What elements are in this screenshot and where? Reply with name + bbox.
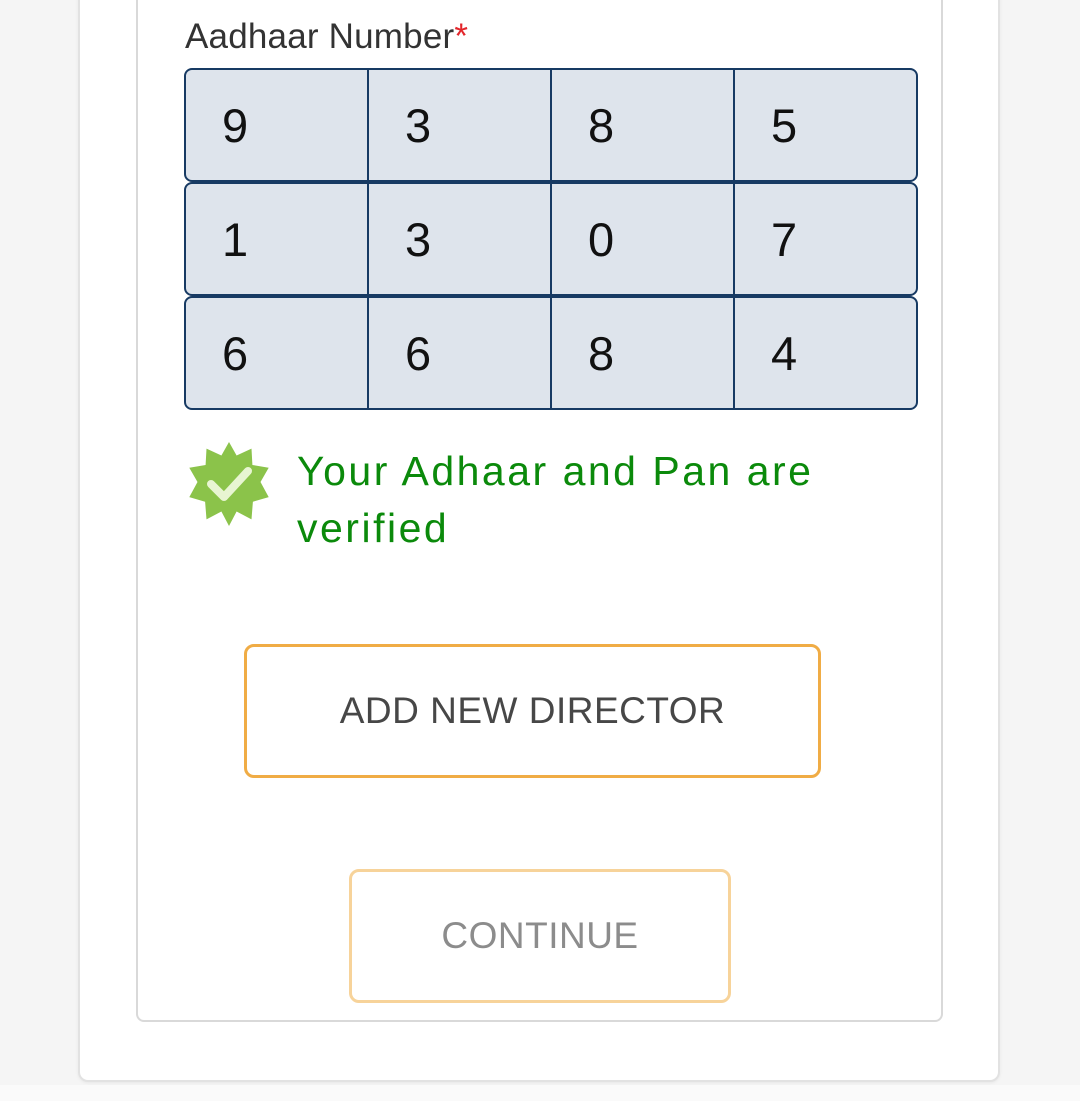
verified-badge-icon xyxy=(189,442,269,526)
aadhaar-digit-cell[interactable]: 5 xyxy=(735,70,916,180)
verification-message: Your Adhaar and Pan are verified xyxy=(297,448,814,551)
aadhaar-label-text: Aadhaar Number xyxy=(185,17,455,56)
aadhaar-digit-cell[interactable]: 4 xyxy=(735,298,916,408)
aadhaar-row-3: 6 6 8 4 xyxy=(184,296,918,410)
aadhaar-digit-cell[interactable]: 9 xyxy=(186,70,369,180)
page-bottom-strip xyxy=(0,1085,1080,1101)
aadhaar-digit-cell[interactable]: 8 xyxy=(552,298,735,408)
add-new-director-button[interactable]: ADD NEW DIRECTOR xyxy=(244,644,821,778)
aadhaar-digit-cell[interactable]: 3 xyxy=(369,70,552,180)
aadhaar-number-label: Aadhaar Number* xyxy=(185,17,468,57)
aadhaar-digit-cell[interactable]: 6 xyxy=(369,298,552,408)
aadhaar-digit-cell[interactable]: 3 xyxy=(369,184,552,294)
aadhaar-number-grid: 9 3 8 5 1 3 0 7 6 6 8 4 xyxy=(184,68,918,410)
aadhaar-digit-cell[interactable]: 8 xyxy=(552,70,735,180)
badge-star-shape xyxy=(189,442,269,526)
aadhaar-digit-cell[interactable]: 0 xyxy=(552,184,735,294)
aadhaar-digit-cell[interactable]: 1 xyxy=(186,184,369,294)
required-marker: * xyxy=(454,17,469,56)
aadhaar-digit-cell[interactable]: 7 xyxy=(735,184,916,294)
aadhaar-row-2: 1 3 0 7 xyxy=(184,182,918,296)
aadhaar-digit-cell[interactable]: 6 xyxy=(186,298,369,408)
aadhaar-row-1: 9 3 8 5 xyxy=(184,68,918,182)
continue-button[interactable]: CONTINUE xyxy=(349,869,731,1003)
